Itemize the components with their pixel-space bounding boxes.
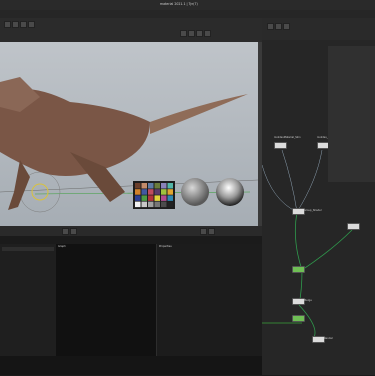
move-tool-icon[interactable] [12, 21, 19, 28]
color-swatch [161, 201, 167, 208]
node-graph-toolbar [262, 18, 375, 40]
color-swatch [167, 189, 173, 195]
dinosaur-leg-left [8, 160, 30, 210]
outliner-row[interactable] [2, 313, 54, 317]
status-bar [0, 356, 262, 375]
color-swatch [141, 195, 147, 201]
graph-node[interactable] [292, 266, 305, 273]
color-swatch [161, 183, 167, 189]
node-tool-icon[interactable] [275, 23, 282, 30]
viewport-scene [0, 77, 258, 213]
node-label: Render [324, 337, 333, 340]
timeline-bar [0, 226, 262, 236]
graph-node[interactable] [347, 223, 360, 230]
node-label: lookdevMaterial_Skin [274, 136, 301, 139]
node-parameters-panel[interactable] [328, 46, 375, 182]
outliner-row[interactable] [2, 253, 54, 257]
color-swatch [154, 201, 160, 208]
scale-tool-icon[interactable] [28, 21, 35, 28]
color-swatch [154, 189, 160, 195]
graph-tab[interactable]: Graph [58, 245, 66, 248]
next-frame-button[interactable] [200, 228, 207, 235]
graph-node[interactable] [274, 142, 287, 149]
node-label: Merge [304, 299, 312, 302]
color-swatch [141, 183, 147, 189]
color-swatch [135, 201, 141, 208]
outliner-row[interactable] [2, 277, 54, 281]
color-swatch [148, 183, 154, 189]
color-swatch [167, 183, 173, 189]
properties-panel[interactable]: Properties [156, 244, 263, 356]
display-icon[interactable] [204, 30, 211, 37]
main-toolbar [0, 18, 262, 42]
outliner-row[interactable] [2, 295, 54, 299]
node-label: Group_Shader [304, 209, 322, 212]
color-swatch [148, 195, 154, 201]
properties-tab[interactable]: Properties [159, 245, 172, 248]
color-swatch [167, 195, 173, 201]
outliner-row[interactable] [2, 265, 54, 269]
color-swatch [154, 195, 160, 201]
color-swatch [167, 201, 173, 208]
outliner-row[interactable] [2, 307, 54, 311]
chrome-sphere [216, 178, 244, 206]
window-title: material 2021.1 | Tyr(7) [160, 2, 198, 6]
outliner-row[interactable] [2, 301, 54, 305]
select-tool-icon[interactable] [4, 21, 11, 28]
outliner-row[interactable] [2, 283, 54, 287]
graph-panel[interactable]: Graph [56, 244, 156, 356]
color-swatch [161, 189, 167, 195]
outliner-panel [0, 244, 56, 356]
color-swatch [161, 195, 167, 201]
node-tool-icon[interactable] [283, 23, 290, 30]
color-checker-chart [133, 181, 175, 209]
color-swatch [141, 189, 147, 195]
color-swatch [148, 189, 154, 195]
color-swatch [148, 201, 154, 208]
color-swatch [135, 189, 141, 195]
play-button[interactable] [62, 228, 69, 235]
outliner-row[interactable] [2, 271, 54, 275]
menu-bar [0, 10, 375, 18]
rotate-tool-icon[interactable] [20, 21, 27, 28]
color-swatch [135, 183, 141, 189]
dinosaur-tail [150, 94, 248, 134]
outliner-row[interactable] [2, 289, 54, 293]
camera-icon[interactable] [180, 30, 187, 37]
outliner-row[interactable] [2, 247, 54, 251]
3d-viewport[interactable] [0, 42, 259, 226]
graph-node[interactable] [292, 315, 305, 322]
title-bar: material 2021.1 | Tyr(7) [0, 0, 375, 10]
stop-button[interactable] [70, 228, 77, 235]
color-swatch [135, 195, 141, 201]
node-tool-icon[interactable] [267, 23, 274, 30]
light-icon[interactable] [188, 30, 195, 37]
render-icon[interactable] [196, 30, 203, 37]
last-frame-button[interactable] [208, 228, 215, 235]
color-swatch [154, 183, 160, 189]
color-swatch [141, 201, 147, 208]
outliner-row[interactable] [2, 259, 54, 263]
